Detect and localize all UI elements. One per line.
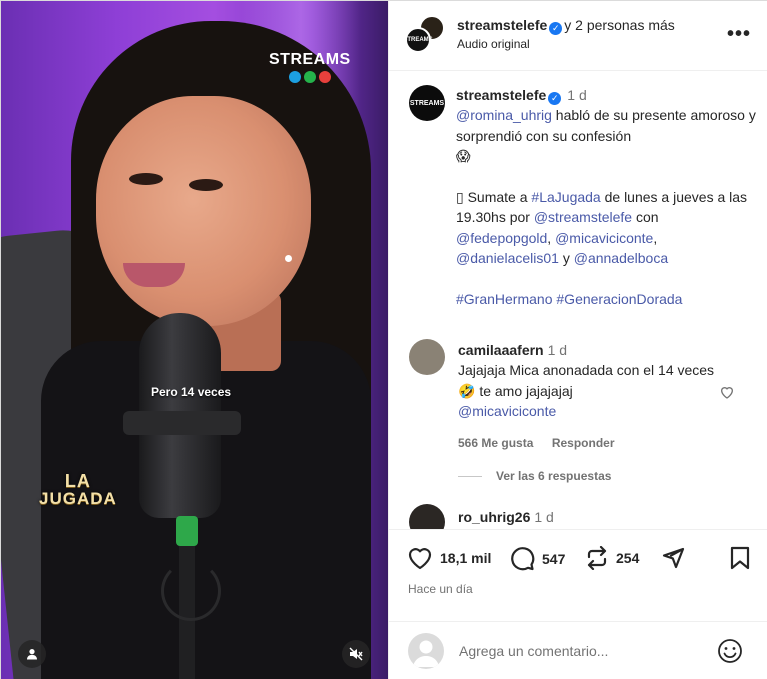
comment-likes[interactable]: 566 Me gusta [458, 436, 533, 450]
post-details-panel: STREAMS streamstelefe ✓ y 2 personas más A… [388, 1, 767, 679]
user-icon [27, 649, 37, 660]
comment-username[interactable]: ro_uhrig26 [458, 509, 530, 525]
comment-bubble-icon[interactable] [509, 546, 535, 572]
video-subtitle: Pero 14 veces [151, 385, 232, 399]
save-bookmark-icon[interactable] [729, 546, 751, 570]
comments-count[interactable]: 547 [542, 551, 565, 567]
comment-input[interactable] [459, 640, 699, 662]
more-options-icon[interactable]: ••• [727, 23, 751, 46]
mention-link[interactable]: @romina_uhrig [456, 107, 552, 123]
mention-link[interactable]: @streamstelefe [534, 209, 632, 225]
repost-icon[interactable] [585, 546, 609, 570]
like-heart-icon[interactable] [407, 546, 433, 570]
caption: streamstelefe ✓ 1 d @romina_uhrig habló de… [456, 87, 756, 307]
share-send-icon[interactable] [661, 546, 685, 570]
default-avatar-icon [413, 640, 439, 667]
comment: camilaaafern 1 d Jajajaja Mica anonadada … [458, 342, 715, 450]
verified-badge-icon: ✓ [549, 22, 563, 35]
audio-link[interactable]: Audio original [457, 37, 530, 51]
verified-badge-icon: ✓ [548, 92, 562, 105]
view-replies-button[interactable]: Ver las 6 respuestas [458, 469, 611, 483]
comment: ro_uhrig26 1 d [458, 509, 554, 527]
speaker-muted-icon [349, 647, 363, 661]
hashtag-link[interactable]: #GranHermano [456, 291, 553, 307]
emoji-smiley-icon[interactable] [717, 638, 743, 664]
collab-avatars[interactable]: STREAMS [403, 15, 449, 59]
comment-composer [389, 621, 767, 679]
caption-avatar[interactable]: STREAMS [409, 85, 445, 121]
show-logo: LA JUGADA [39, 471, 117, 508]
commenter-avatar[interactable] [409, 339, 445, 375]
comment-time[interactable]: 1 d [548, 342, 567, 358]
comments-list[interactable]: STREAMS streamstelefe ✓ 1 d @romina_uhrig … [389, 72, 767, 529]
person-face [96, 96, 311, 326]
tagged-users-button[interactable] [18, 640, 46, 668]
caption-time[interactable]: 1 d [567, 87, 586, 103]
post-modal: STREAMS Pero 14 veces LA JUGADA STREAMS [0, 0, 767, 679]
reposts-count[interactable]: 254 [616, 550, 639, 566]
streams-logo: STREAMS [269, 51, 351, 83]
comment-username[interactable]: camilaaafern [458, 342, 544, 358]
hashtag-link[interactable]: #GeneracionDorada [556, 291, 682, 307]
caption-username[interactable]: streamstelefe [456, 87, 546, 103]
collab-link[interactable]: y 2 personas más [564, 17, 675, 33]
author-avatar[interactable]: STREAMS [403, 27, 433, 53]
author-username[interactable]: streamstelefe [457, 17, 547, 33]
hashtag-link[interactable]: #LaJugada [531, 189, 600, 205]
video-player[interactable]: STREAMS Pero 14 veces LA JUGADA [1, 1, 388, 679]
reply-button[interactable]: Responder [552, 436, 615, 450]
mention-link[interactable]: @fedepopgold [456, 230, 547, 246]
action-bar: 18,1 mil 547 254 Hace un día [389, 529, 767, 621]
mention-link[interactable]: @danielacelis01 [456, 250, 559, 266]
like-comment-heart-icon[interactable] [719, 384, 735, 400]
post-timestamp[interactable]: Hace un día [408, 582, 473, 596]
mute-button[interactable] [342, 640, 370, 668]
mention-link[interactable]: @micaviciconte [458, 403, 556, 419]
comment-time[interactable]: 1 d [534, 509, 553, 525]
current-user-avatar [408, 633, 444, 669]
post-header: STREAMS streamstelefe ✓ y 2 personas más A… [389, 1, 767, 71]
commenter-avatar[interactable] [409, 504, 445, 529]
likes-count[interactable]: 18,1 mil [440, 550, 491, 566]
mention-link[interactable]: @micaviciconte [555, 230, 653, 246]
mention-link[interactable]: @annadelboca [574, 250, 668, 266]
